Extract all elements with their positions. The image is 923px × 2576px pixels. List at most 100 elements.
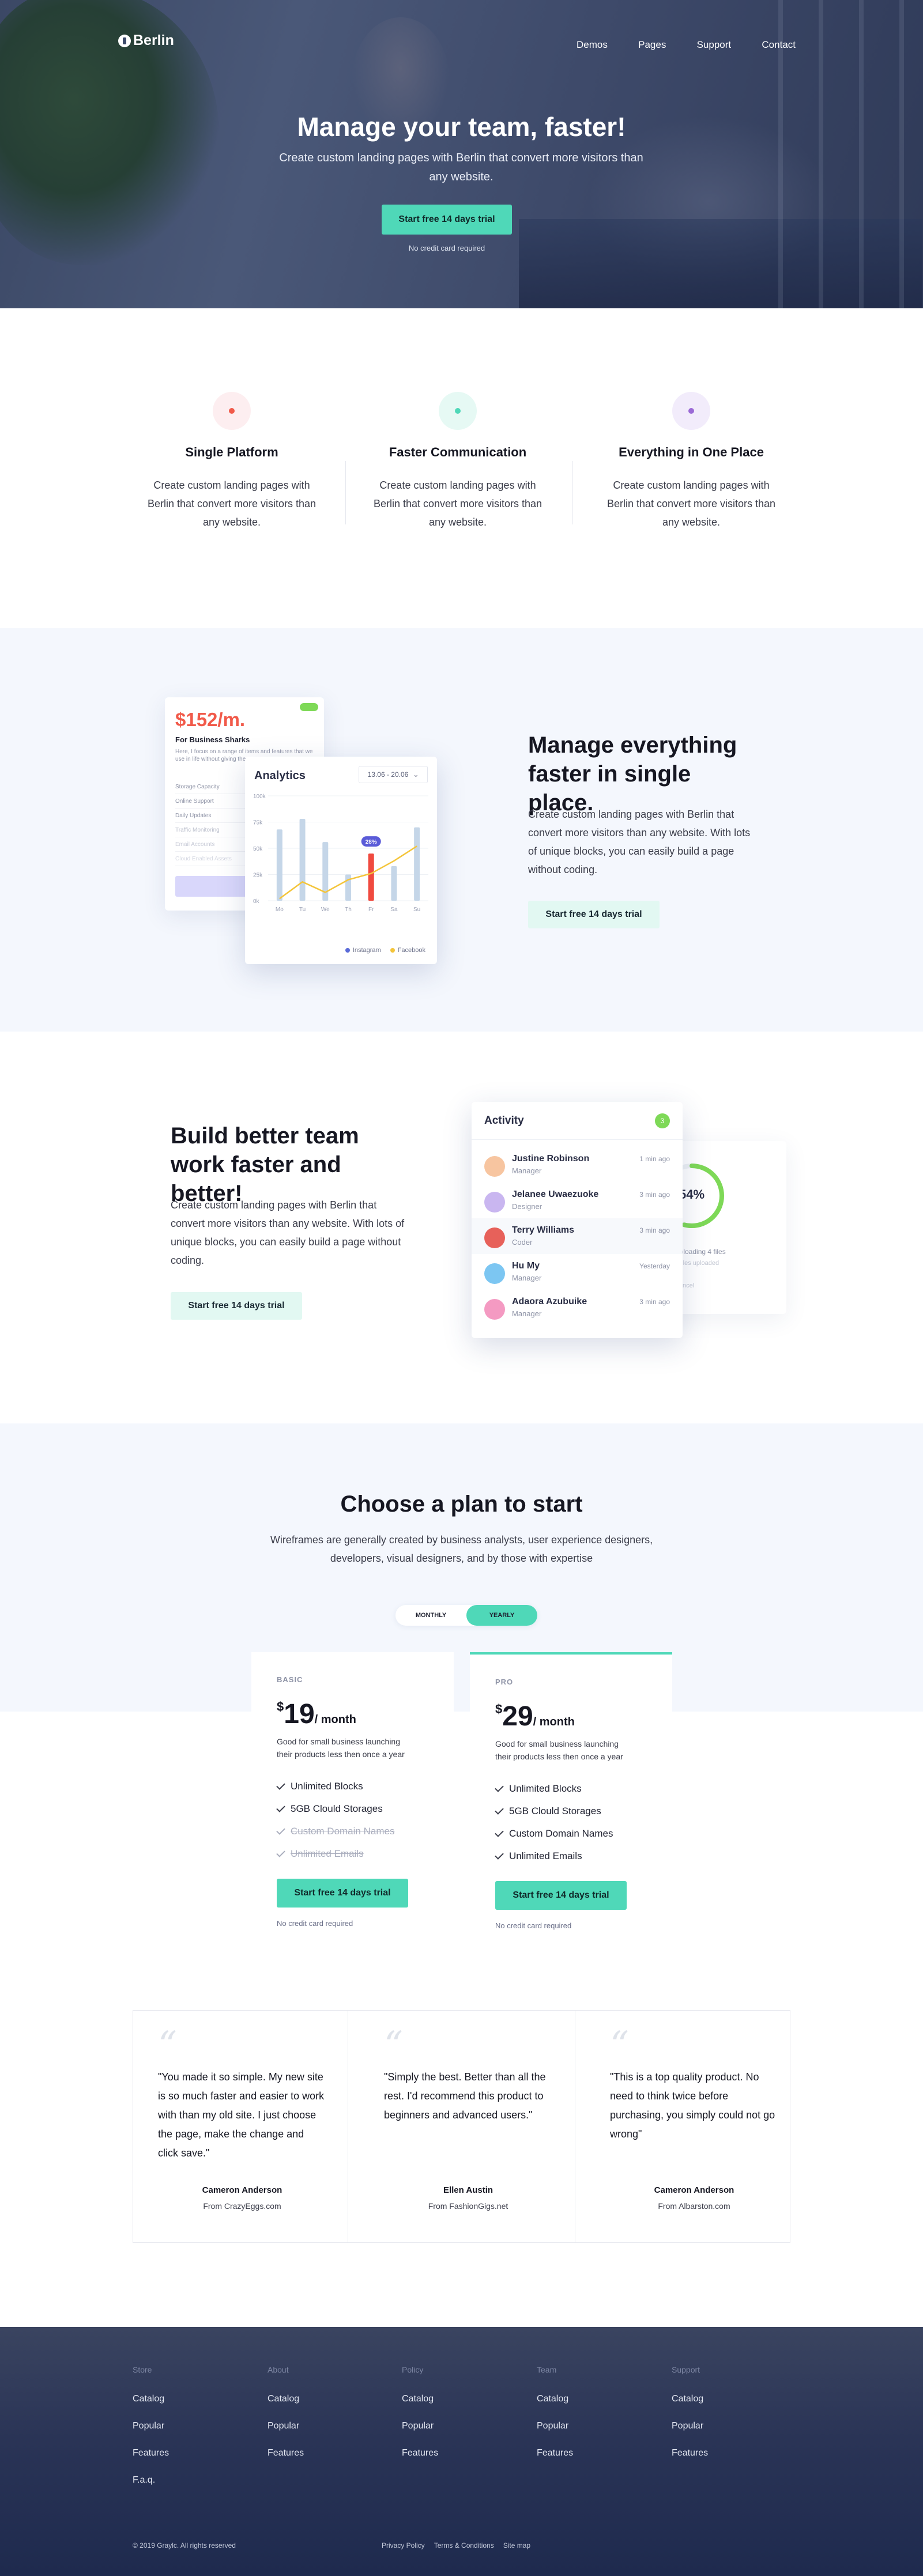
privacy-link[interactable]: Privacy Policy — [382, 2541, 425, 2549]
new-badge — [300, 703, 318, 711]
activity-time: 3 min ago — [639, 1226, 670, 1234]
plan-feature: Unlimited Emails — [276, 1842, 394, 1865]
sitemap-link[interactable]: Site map — [503, 2541, 530, 2549]
activity-role: Manager — [512, 1309, 542, 1318]
plan-basic: BASIC $19/ month Good for small business… — [251, 1652, 454, 1952]
testimonial-source: From CrazyEggs.com — [203, 2201, 281, 2211]
footer-link[interactable]: Popular — [133, 2421, 248, 2448]
terms-link[interactable]: Terms & Conditions — [434, 2541, 494, 2549]
feature-single-platform: Single Platform Create custom landing pa… — [116, 392, 347, 531]
brand-logo[interactable]: Berlin — [118, 32, 174, 49]
activity-item[interactable]: Jelanee Uwaezuoke Designer 3 min ago — [472, 1183, 683, 1218]
manage-trial-button[interactable]: Start free 14 days trial — [528, 901, 660, 928]
footer-column-store: Store Catalog Popular Features F.a.q. — [133, 2365, 248, 2502]
footer-link[interactable]: Features — [268, 2448, 383, 2475]
pricing-section — [0, 1423, 923, 1712]
testimonial-source: From FashionGigs.net — [428, 2201, 508, 2211]
nav-contact[interactable]: Contact — [762, 39, 796, 51]
x-tick-label: Th — [345, 906, 352, 913]
pricing-subtitle: Wireframes are generally created by busi… — [270, 1534, 653, 1564]
footer-link[interactable]: Features — [133, 2448, 248, 2475]
nav-demos[interactable]: Demos — [577, 39, 608, 51]
plan-note: No credit card required — [277, 1919, 353, 1928]
avatar — [484, 1263, 505, 1284]
footer-link[interactable]: Catalog — [537, 2394, 652, 2421]
toggle-monthly[interactable]: MONTHLY — [395, 1605, 466, 1626]
footer-link[interactable]: Catalog — [672, 2394, 787, 2421]
plan-name: PRO — [495, 1678, 514, 1686]
billing-toggle[interactable]: MONTHLY YEARLY — [395, 1605, 537, 1626]
y-tick-label: 50k — [253, 846, 263, 852]
team-trial-button[interactable]: Start free 14 days trial — [171, 1292, 302, 1320]
footer-link[interactable]: Popular — [268, 2421, 383, 2448]
date-range-dropdown[interactable]: 13.06 - 20.06 ⌄ — [359, 766, 428, 783]
footer-link[interactable]: F.a.q. — [133, 2475, 248, 2502]
y-tick-label: 0k — [253, 898, 260, 905]
logo-text: Berlin — [133, 32, 174, 48]
activity-item[interactable]: Hu My Manager Yesterday — [472, 1254, 683, 1290]
footer-link[interactable]: Catalog — [402, 2394, 517, 2421]
check-icon — [495, 1782, 504, 1792]
x-tick-label: Sa — [390, 906, 398, 913]
bar-Mo — [276, 829, 282, 901]
quote-icon: “ — [158, 2024, 177, 2067]
hero-note: No credit card required — [408, 244, 485, 252]
plan-note: No credit card required — [495, 1921, 572, 1930]
feature-everything-one-place: Everything in One Place Create custom la… — [576, 392, 807, 531]
testimonial-card: “ "You made it so simple. My new site is… — [133, 2010, 352, 2243]
logo-icon — [118, 34, 131, 47]
footer-column-team: Team Catalog Popular Features — [537, 2365, 652, 2475]
nav-pages[interactable]: Pages — [638, 39, 666, 51]
x-tick-label: Tu — [299, 906, 306, 913]
feature-faster-communication: Faster Communication Create custom landi… — [342, 392, 573, 531]
activity-role: Coder — [512, 1238, 533, 1247]
footer-link[interactable]: Popular — [402, 2421, 517, 2448]
bar-Th — [345, 874, 351, 901]
legend-facebook: Facebook — [390, 947, 425, 954]
chevron-down-icon: ⌄ — [413, 770, 419, 779]
plan-pro: PRO $29/ month Good for small business l… — [470, 1652, 672, 1952]
activity-time: Yesterday — [639, 1262, 670, 1270]
toggle-yearly[interactable]: YEARLY — [466, 1605, 537, 1626]
basic-trial-button[interactable]: Start free 14 days trial — [277, 1879, 408, 1908]
activity-time: 3 min ago — [639, 1298, 670, 1306]
pricing-title: Choose a plan to start — [340, 1491, 583, 1517]
feature-icon-bg — [672, 392, 710, 430]
footer-link[interactable]: Features — [672, 2448, 787, 2475]
footer-link[interactable]: Features — [402, 2448, 517, 2475]
hero-trial-button[interactable]: Start free 14 days trial — [382, 205, 512, 235]
testimonial-author: Ellen Austin — [443, 2185, 493, 2195]
manage-text: Create custom landing pages with Berlin … — [528, 809, 751, 875]
pro-trial-button[interactable]: Start free 14 days trial — [495, 1881, 627, 1910]
footer-link[interactable]: Catalog — [133, 2394, 248, 2421]
team-title: Build better team work faster and better… — [171, 1123, 359, 1206]
legend-instagram: Instagram — [345, 947, 381, 954]
testimonial-card: “ "Simply the best. Better than all the … — [359, 2010, 578, 2243]
footer-link[interactable]: Popular — [537, 2421, 652, 2448]
activity-item[interactable]: Adaora Azubuike Manager 3 min ago — [472, 1290, 683, 1325]
testimonial-card: “ "This is a top quality product. No nee… — [585, 2010, 804, 2243]
copyright: © 2019 Graylc. All rights reserved — [133, 2541, 236, 2549]
activity-name: Justine Robinson — [512, 1154, 590, 1164]
activity-item[interactable]: Justine Robinson Manager 1 min ago — [472, 1147, 683, 1183]
nav-support[interactable]: Support — [697, 39, 732, 51]
chart-legend: Instagram Facebook — [345, 947, 425, 954]
footer-heading: Policy — [402, 2365, 424, 2374]
plan-price: $19/ month — [277, 1699, 356, 1729]
footer-link[interactable]: Features — [537, 2448, 652, 2475]
activity-title: Activity — [484, 1115, 524, 1127]
check-icon — [276, 1803, 285, 1812]
quote-icon: “ — [610, 2024, 629, 2067]
activity-card: Activity 3 Justine Robinson Manager 1 mi… — [472, 1102, 683, 1338]
check-icon — [495, 1805, 504, 1815]
activity-count-badge: 3 — [655, 1113, 670, 1128]
manage-section — [0, 628, 923, 1032]
footer-link[interactable]: Catalog — [268, 2394, 383, 2421]
footer-column-support: Support Catalog Popular Features — [672, 2365, 787, 2475]
feature-text: Create custom landing pages with Berlin … — [373, 479, 543, 528]
analytics-chart: 0k 25k 50k 75k 100k Mo Tu We Th Fr Sa Su 28% — [253, 794, 428, 913]
dot-icon — [229, 408, 235, 414]
activity-item[interactable]: Terry Williams Coder 3 min ago — [472, 1218, 683, 1254]
feature-text: Create custom landing pages with Berlin … — [147, 479, 317, 528]
footer-link[interactable]: Popular — [672, 2421, 787, 2448]
